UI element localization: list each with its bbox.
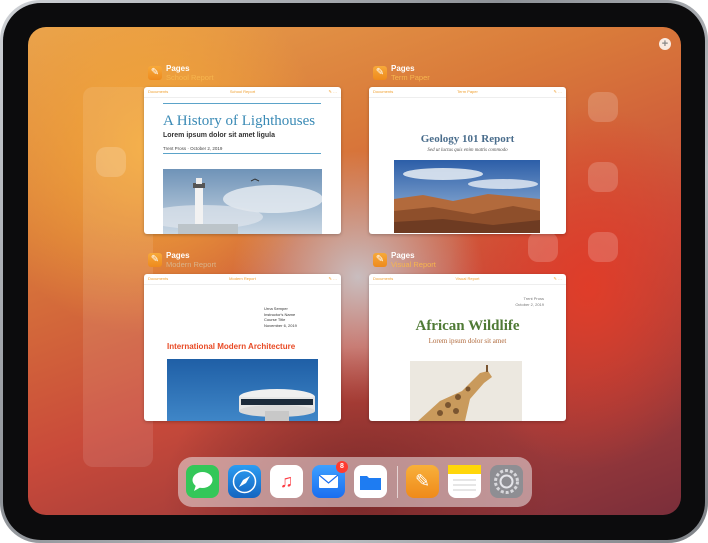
notes-lines-icon bbox=[448, 465, 481, 491]
dock: ♫ 8 ✎ bbox=[178, 457, 532, 507]
files-icon[interactable] bbox=[354, 465, 387, 498]
lighthouse-photo bbox=[163, 169, 322, 234]
card-doc-name: Visual Report bbox=[391, 260, 436, 269]
doc-toolbar: Documents Term Paper ✎ … bbox=[369, 87, 566, 98]
safari-icon[interactable] bbox=[228, 465, 261, 498]
card-doc-name: Term Paper bbox=[391, 73, 430, 82]
info-line: November 6, 2019 bbox=[264, 322, 297, 328]
doc-toolbar: Documents School Report ✎ … bbox=[144, 87, 341, 98]
card-app-name: Pages bbox=[391, 64, 415, 73]
card-app-name: Pages bbox=[166, 64, 190, 73]
meta-date: October 2, 2019 bbox=[515, 301, 544, 307]
add-window-button[interactable]: + bbox=[659, 38, 671, 50]
doc-title: A History of Lighthouses bbox=[163, 113, 316, 129]
music-icon[interactable]: ♫ bbox=[270, 465, 303, 498]
app-card-visual-report[interactable]: ✎ Pages Visual Report Documents Visual R… bbox=[369, 250, 566, 421]
app-card-school-report[interactable]: ✎ Pages School Report Documents School R… bbox=[144, 63, 341, 234]
toolbar-icons: ✎ … bbox=[328, 89, 337, 94]
canyon-photo bbox=[393, 159, 541, 234]
doc-toolbar-title: Modern Report bbox=[229, 276, 256, 281]
doc-toolbar-title: School Report bbox=[229, 89, 256, 94]
speech-bubble-icon bbox=[192, 472, 213, 491]
document-preview[interactable]: Documents School Report ✎ … A History of… bbox=[144, 87, 341, 234]
card-app-name: Pages bbox=[391, 251, 415, 260]
app-card-modern-report[interactable]: ✎ Pages Modern Report Documents Modern R… bbox=[144, 250, 341, 421]
gear-icon bbox=[494, 469, 519, 494]
giraffe-photo bbox=[410, 361, 522, 421]
doc-byline: Trent Pross · October 2, 2019 bbox=[163, 146, 223, 151]
doc-title: Geology 101 Report bbox=[420, 133, 515, 145]
card-header: ✎ Pages Visual Report bbox=[369, 250, 566, 269]
doc-toolbar-title: Term Paper bbox=[457, 89, 478, 94]
card-doc-name: Modern Report bbox=[166, 260, 217, 269]
document-preview[interactable]: Documents Visual Report ✎ … Trent Pross … bbox=[369, 274, 566, 421]
mail-badge: 8 bbox=[336, 461, 348, 473]
doc-title: International Modern Architecture bbox=[167, 342, 296, 351]
toolbar-icons: ✎ … bbox=[553, 89, 562, 94]
card-header: ✎ Pages School Report bbox=[144, 63, 341, 82]
doc-subtitle: Lorem ipsum dolor sit amet ligula bbox=[163, 132, 276, 139]
architecture-photo bbox=[167, 359, 318, 421]
blurred-sidebar bbox=[83, 87, 153, 467]
dock-separator bbox=[397, 466, 398, 498]
card-header: ✎ Pages Modern Report bbox=[144, 250, 341, 269]
folder-icon bbox=[360, 476, 381, 490]
pages-icon[interactable]: ✎ bbox=[406, 465, 439, 498]
doc-toolbar-title: Visual Report bbox=[455, 276, 480, 281]
mail-icon[interactable]: 8 bbox=[312, 461, 348, 498]
app-card-term-paper[interactable]: ✎ Pages Term Paper Documents Term Paper … bbox=[369, 63, 566, 234]
card-header: ✎ Pages Term Paper bbox=[369, 63, 566, 82]
byline-rule bbox=[163, 153, 321, 154]
app-switcher-screen: + ✎ Pages School Report Documents School… bbox=[28, 27, 681, 515]
settings-icon[interactable] bbox=[490, 465, 523, 498]
pages-app-icon: ✎ bbox=[373, 66, 387, 80]
card-app-name: Pages bbox=[166, 251, 190, 260]
blurred-app-icon bbox=[588, 232, 618, 262]
messages-icon[interactable] bbox=[186, 465, 219, 498]
doc-title: African Wildlife bbox=[415, 318, 520, 334]
notes-icon[interactable] bbox=[448, 465, 481, 498]
card-doc-name: School Report bbox=[166, 73, 214, 82]
compass-icon bbox=[232, 469, 257, 494]
pages-app-icon: ✎ bbox=[148, 66, 162, 80]
toolbar-icons: ✎ … bbox=[553, 276, 562, 281]
doc-toolbar: Documents Modern Report ✎ … bbox=[144, 274, 341, 285]
document-preview[interactable]: Documents Term Paper ✎ … Geology 101 Rep… bbox=[369, 87, 566, 234]
document-preview[interactable]: Documents Modern Report ✎ … Urna Semper … bbox=[144, 274, 341, 421]
info-block: Urna Semper Instructor's Name Course Tit… bbox=[264, 306, 297, 328]
pages-app-icon: ✎ bbox=[373, 253, 387, 267]
blurred-app-icon bbox=[588, 92, 618, 122]
pages-app-icon: ✎ bbox=[148, 253, 162, 267]
toolbar-icons: ✎ … bbox=[328, 276, 337, 281]
doc-subtitle: Lorem ipsum dolor sit amet bbox=[428, 337, 507, 345]
doc-toolbar: Documents Visual Report ✎ … bbox=[369, 274, 566, 285]
doc-subtitle: Sed ut luctus quis enim mattis commodo bbox=[427, 148, 508, 153]
doc-meta: Trent Pross October 2, 2019 bbox=[515, 296, 544, 307]
blurred-app-icon bbox=[588, 162, 618, 192]
title-rule bbox=[163, 103, 321, 104]
